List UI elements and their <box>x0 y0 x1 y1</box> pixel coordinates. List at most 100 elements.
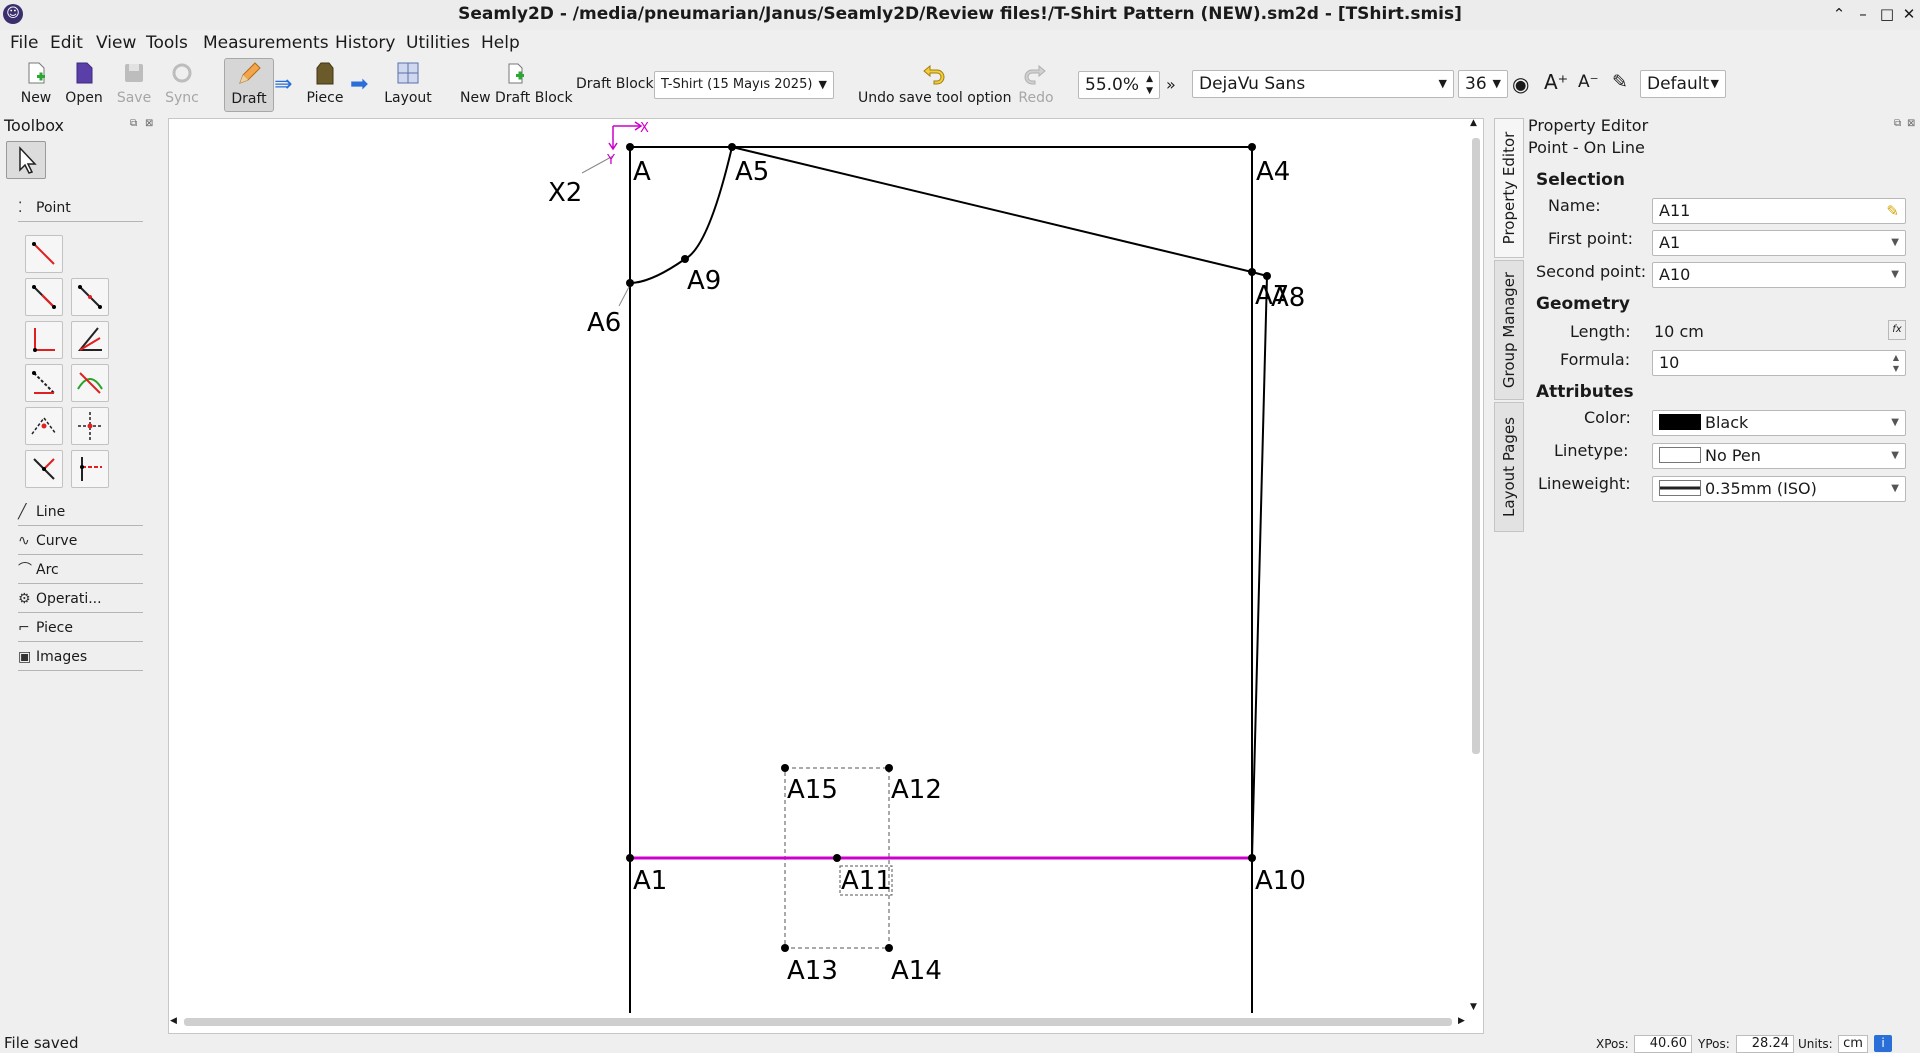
point-a9[interactable] <box>681 255 689 263</box>
triangle-point-tool[interactable] <box>25 407 63 445</box>
tab-property-editor[interactable]: Property Editor <box>1494 118 1524 258</box>
line-a5-a7[interactable] <box>731 146 1253 273</box>
point-label-a11[interactable]: A11 <box>841 866 892 896</box>
tool-group-curve[interactable]: ∿ Curve <box>18 529 143 555</box>
horizontal-scrollbar[interactable]: ◀ ▶ <box>168 1012 1468 1032</box>
float-panel-icon[interactable]: ⧉ <box>1894 118 1901 129</box>
decrease-font-icon[interactable]: A⁻ <box>1578 72 1599 92</box>
tool-group-point[interactable]: ⁚ Point <box>18 196 143 222</box>
color-select[interactable]: Black ▼ <box>1652 410 1906 436</box>
name-field[interactable]: A11 ✎ <box>1652 198 1906 224</box>
draft-block-select[interactable]: T-Shirt (15 Mayıs 2025) ▼ <box>654 71 834 99</box>
point-label-a12[interactable]: A12 <box>891 775 942 805</box>
tool-group-operations[interactable]: ⚙ Operati... <box>18 587 143 613</box>
first-point-select[interactable]: A1 ▼ <box>1652 230 1906 256</box>
point-from-axis-tool[interactable] <box>71 450 109 488</box>
point-label-x2[interactable]: X2 <box>548 178 582 208</box>
point-of-contact-tool[interactable] <box>25 450 63 488</box>
point-label-a8[interactable]: A8 <box>1271 283 1305 313</box>
menu-edit[interactable]: Edit <box>45 30 88 58</box>
spin-arrows-icon[interactable]: ▲ ▼ <box>1893 352 1899 374</box>
pattern-drawing[interactable]: X Y A A5 A4X2A9A6A7A8A15 A12A1 A11 A10A13 A14 <box>169 119 1469 1013</box>
menu-help[interactable]: Help <box>476 30 525 58</box>
point-a1[interactable] <box>626 854 634 862</box>
curve-intersect-tool[interactable] <box>71 364 109 402</box>
tab-layout-pages[interactable]: Layout Pages <box>1494 402 1524 532</box>
line-intersect-axis-tool[interactable] <box>71 407 109 445</box>
open-button[interactable]: Open <box>62 58 106 112</box>
menu-history[interactable]: History <box>330 30 400 58</box>
redo-button[interactable]: Redo <box>1014 58 1058 112</box>
zoom-spinbox[interactable]: 55.0% ▲ ▼ <box>1078 71 1160 99</box>
shoulder-point-tool[interactable] <box>25 364 63 402</box>
point-a6[interactable] <box>626 279 634 287</box>
scroll-left-icon[interactable]: ◀ <box>170 1016 177 1026</box>
draft-mode-button[interactable]: Draft <box>224 58 274 112</box>
maximize-icon[interactable]: □ <box>1876 3 1898 25</box>
normal-point-tool[interactable] <box>25 321 63 359</box>
spin-arrows-icon[interactable]: ▲ ▼ <box>1146 73 1153 97</box>
point-a11[interactable] <box>833 854 841 862</box>
vertical-scrollbar[interactable]: ▲ ▼ <box>1468 118 1484 1016</box>
close-panel-icon[interactable]: ⊠ <box>1907 118 1915 129</box>
sync-button[interactable]: Sync <box>160 58 204 112</box>
new-button[interactable]: New <box>14 58 58 112</box>
point-a5[interactable] <box>728 143 736 151</box>
label-style-select[interactable]: Default ▼ <box>1640 70 1726 98</box>
point-label-a13[interactable]: A13 <box>787 956 838 986</box>
new-draft-block-button[interactable]: New Draft Block <box>460 58 573 112</box>
point-label-a[interactable]: A <box>633 157 651 187</box>
menu-measurements[interactable]: Measurements <box>198 30 334 58</box>
vertical-scroll-thumb[interactable] <box>1472 138 1480 754</box>
point-a[interactable] <box>626 143 634 151</box>
point-a4[interactable] <box>1248 143 1256 151</box>
toolbar-overflow-button[interactable]: » <box>1166 75 1176 94</box>
tool-group-images[interactable]: ▣ Images <box>18 645 143 671</box>
point-a8[interactable] <box>1263 272 1271 280</box>
point-a7[interactable] <box>1248 268 1256 276</box>
point-along-line-tool[interactable] <box>25 278 63 316</box>
point-label-a10[interactable]: A10 <box>1255 866 1306 896</box>
point-label-a1[interactable]: A1 <box>633 866 667 896</box>
scroll-up-icon[interactable]: ▲ <box>1470 118 1477 128</box>
font-select[interactable]: DejaVu Sans ▼ <box>1192 70 1454 98</box>
layout-mode-button[interactable]: Layout <box>380 58 436 112</box>
point-label-a9[interactable]: A9 <box>687 266 721 296</box>
undo-button[interactable]: Undo save tool option <box>858 58 1011 112</box>
menu-file[interactable]: File <box>5 30 43 58</box>
formula-input[interactable]: 10 ▲ ▼ <box>1652 350 1906 376</box>
tool-group-piece[interactable]: ⌐ Piece <box>18 616 143 642</box>
point-a10[interactable] <box>1248 854 1256 862</box>
menu-view[interactable]: View <box>91 30 141 58</box>
line-a8-a10[interactable] <box>1251 275 1268 859</box>
point-label-a14[interactable]: A14 <box>891 956 942 986</box>
point-label-a15[interactable]: A15 <box>787 775 838 805</box>
minimize-icon[interactable]: – <box>1852 3 1874 25</box>
second-point-select[interactable]: A10 ▼ <box>1652 262 1906 288</box>
pointer-tool[interactable] <box>6 141 46 179</box>
save-button[interactable]: Save <box>112 58 156 112</box>
point-along-perpendicular-tool[interactable] <box>71 278 109 316</box>
point-label-a4[interactable]: A4 <box>1256 157 1290 187</box>
linetype-select[interactable]: No Pen ▼ <box>1652 443 1906 469</box>
point-a14[interactable] <box>885 944 893 952</box>
close-panel-icon[interactable]: ⊠ <box>145 118 153 129</box>
drawing-canvas[interactable]: X Y A A5 A4 X2 A9 A6 A7 A8 A15 A12 A1 A11 A10 A13 A14 <box>168 118 1484 1034</box>
scroll-right-icon[interactable]: ▶ <box>1458 1016 1465 1026</box>
menu-utilities[interactable]: Utilities <box>401 30 475 58</box>
menu-tools[interactable]: Tools <box>141 30 193 58</box>
piece-mode-button[interactable]: Piece <box>302 58 348 112</box>
lineweight-select[interactable]: 0.35mm (ISO) ▼ <box>1652 476 1906 502</box>
point-label-a5[interactable]: A5 <box>735 157 769 187</box>
collapse-icon[interactable]: ⌃ <box>1828 3 1850 25</box>
float-panel-icon[interactable]: ⧉ <box>130 118 137 129</box>
point-at-distance-tool[interactable] <box>25 235 63 273</box>
tool-group-line[interactable]: ╱ Line <box>18 500 143 526</box>
bisector-tool[interactable] <box>71 321 109 359</box>
scroll-down-icon[interactable]: ▼ <box>1470 1002 1477 1012</box>
label-color-icon[interactable]: ✎ <box>1612 71 1628 93</box>
point-a15[interactable] <box>781 764 789 772</box>
brush-icon[interactable]: ✎ <box>1886 199 1899 223</box>
tab-group-manager[interactable]: Group Manager <box>1494 260 1524 400</box>
point-a13[interactable] <box>781 944 789 952</box>
